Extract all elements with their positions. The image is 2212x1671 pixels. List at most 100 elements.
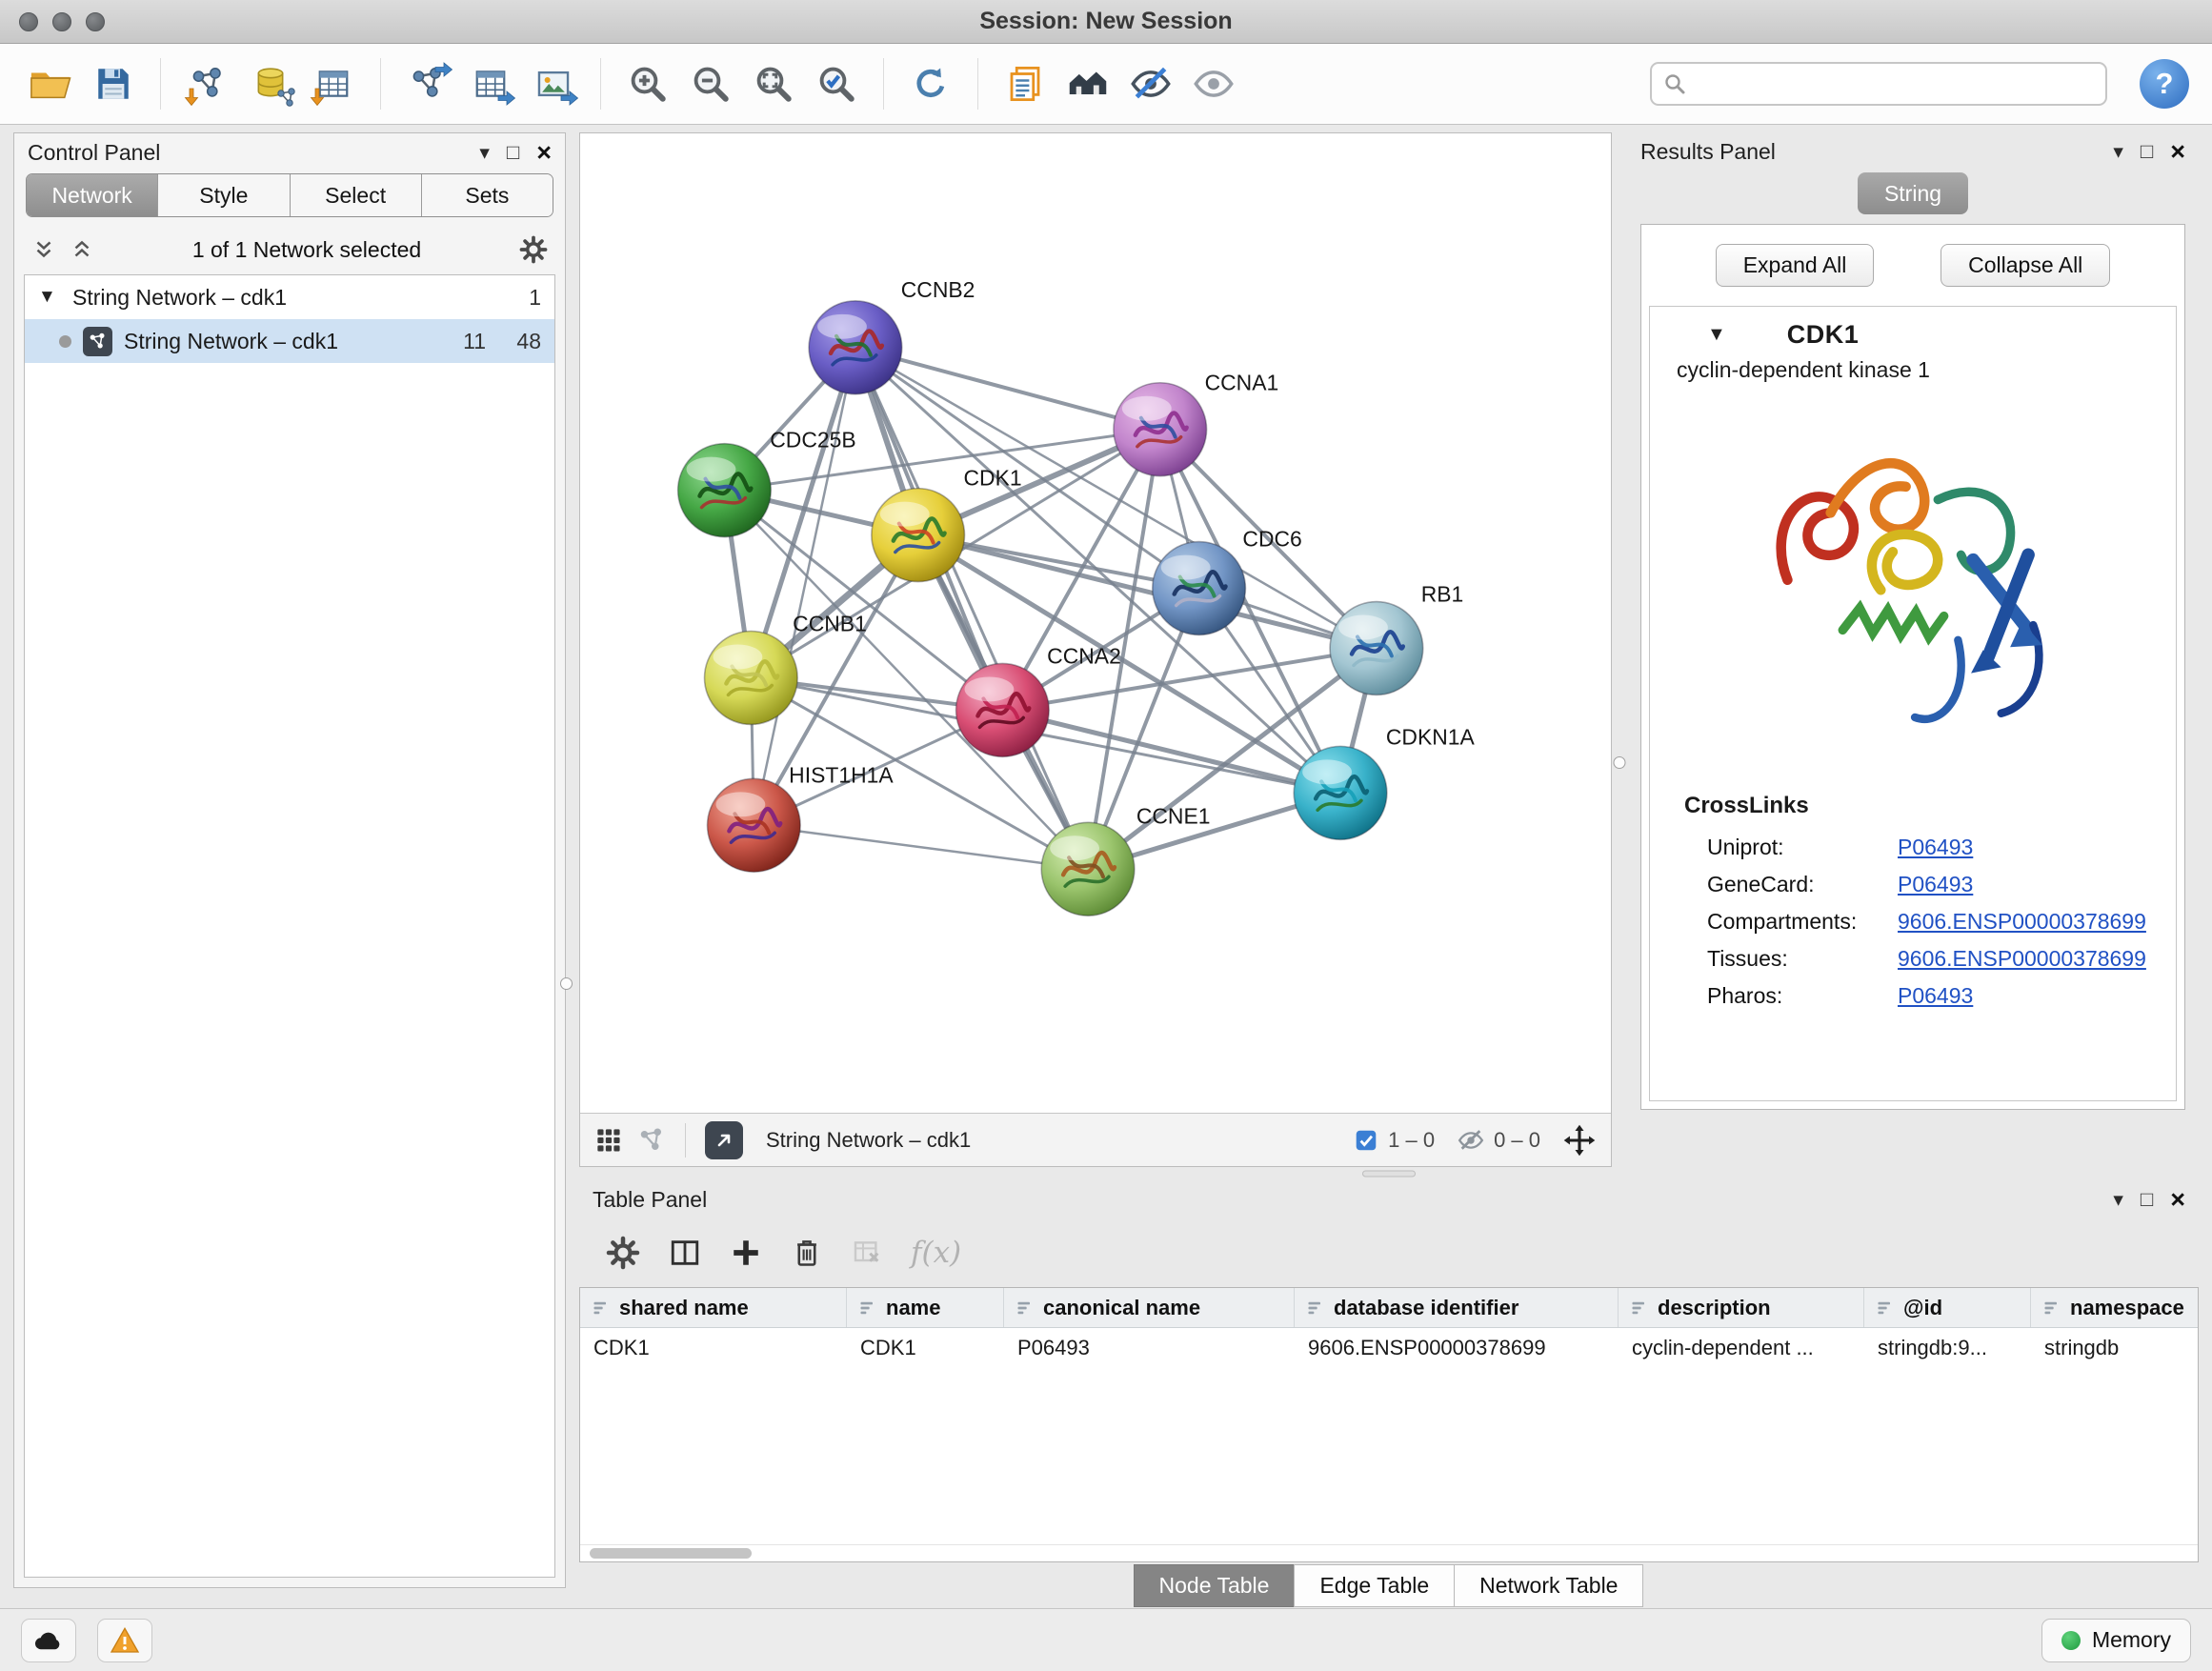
zoom-fit-button[interactable] xyxy=(746,56,801,111)
crosslink-value-link[interactable]: P06493 xyxy=(1898,835,1973,860)
panel-float-icon[interactable]: □ xyxy=(507,140,519,165)
collapse-all-button[interactable]: Collapse All xyxy=(1941,244,2110,287)
window-zoom-button[interactable] xyxy=(86,12,105,31)
zoom-selected-button[interactable] xyxy=(809,56,864,111)
table-settings-button[interactable] xyxy=(606,1236,640,1270)
tab-style[interactable]: Style xyxy=(158,174,290,216)
network-edge-HIST1H1A-CCNE1[interactable] xyxy=(754,825,1088,869)
export-table-button[interactable] xyxy=(463,56,518,111)
panel-collapse-icon[interactable]: ▾ xyxy=(479,141,490,165)
panel-collapse-icon[interactable]: ▾ xyxy=(2113,140,2123,164)
column-header-description[interactable]: description xyxy=(1619,1288,1864,1327)
network-node-CDKN1A[interactable] xyxy=(1294,746,1387,839)
horizontal-splitter[interactable] xyxy=(579,1167,2199,1180)
panel-float-icon[interactable]: □ xyxy=(2141,1187,2153,1212)
save-session-button[interactable] xyxy=(86,56,141,111)
network-node-CCNA2[interactable] xyxy=(956,663,1050,756)
export-network-button[interactable] xyxy=(400,56,455,111)
network-node-CCNB2[interactable] xyxy=(809,301,902,394)
table-horizontal-scrollbar[interactable] xyxy=(580,1544,2198,1561)
window-minimize-button[interactable] xyxy=(52,12,71,31)
panel-close-icon[interactable]: × xyxy=(536,140,552,166)
column-header-namespace[interactable]: namespace xyxy=(2031,1288,2198,1327)
column-header-canonical-name[interactable]: canonical name xyxy=(1004,1288,1295,1327)
column-header-name[interactable]: name xyxy=(847,1288,1004,1327)
network-edge-CCNA2-CDKN1A[interactable] xyxy=(1002,710,1340,793)
section-collapse-icon[interactable]: ▼ xyxy=(1707,324,1726,346)
share-icon[interactable] xyxy=(637,1126,666,1155)
cloud-status-button[interactable] xyxy=(21,1619,76,1662)
delete-column-button[interactable] xyxy=(791,1237,823,1269)
grid-view-icon[interactable] xyxy=(595,1127,622,1154)
network-node-CCNB1[interactable] xyxy=(705,631,798,724)
open-in-new-window-button[interactable] xyxy=(705,1121,743,1159)
network-canvas[interactable]: CCNB2CCNA1CDC25BCDK1CDC6RB1CCNB1CCNA2CDK… xyxy=(580,133,1611,1113)
network-node-HIST1H1A[interactable] xyxy=(708,778,801,872)
pan-move-icon[interactable] xyxy=(1563,1124,1596,1157)
network-node-CDC6[interactable] xyxy=(1153,542,1246,635)
refresh-button[interactable] xyxy=(903,56,958,111)
import-table-button[interactable] xyxy=(306,56,361,111)
vertical-splitter[interactable] xyxy=(1612,132,1627,1167)
expand-all-button[interactable]: Expand All xyxy=(1716,244,1875,287)
network-graph[interactable]: CCNB2CCNA1CDC25BCDK1CDC6RB1CCNB1CCNA2CDK… xyxy=(580,133,1611,1113)
panel-splitter-handle[interactable] xyxy=(560,977,573,990)
network-node-CCNE1[interactable] xyxy=(1041,822,1135,916)
tree-expand-icon[interactable]: ▼ xyxy=(38,287,61,308)
network-edge-CCNB2-CCNE1[interactable] xyxy=(855,348,1088,869)
hidden-eye-icon[interactable] xyxy=(1458,1127,1484,1154)
zoom-out-button[interactable] xyxy=(683,56,738,111)
panel-close-icon[interactable]: × xyxy=(2170,1187,2185,1213)
search-input[interactable] xyxy=(1696,71,2094,96)
hide-selected-button[interactable] xyxy=(1123,56,1178,111)
add-column-button[interactable] xyxy=(730,1237,762,1269)
expand-all-icon[interactable] xyxy=(70,237,94,262)
tab-edge-table[interactable]: Edge Table xyxy=(1294,1564,1455,1607)
first-neighbors-button[interactable] xyxy=(1060,56,1116,111)
crosslink-value-link[interactable]: 9606.ENSP00000378699 xyxy=(1898,909,2146,935)
open-session-button[interactable] xyxy=(23,56,78,111)
import-network-database-button[interactable] xyxy=(243,56,298,111)
network-row[interactable]: String Network – cdk1 11 48 xyxy=(25,319,554,363)
network-node-CCNA1[interactable] xyxy=(1114,383,1207,476)
scrollbar-thumb[interactable] xyxy=(590,1548,752,1559)
export-image-button[interactable] xyxy=(526,56,581,111)
tab-sets[interactable]: Sets xyxy=(422,174,553,216)
memory-button[interactable]: Memory xyxy=(2041,1619,2191,1662)
node-label-CDC6: CDC6 xyxy=(1242,527,1301,552)
splitter-handle[interactable] xyxy=(1614,756,1626,769)
panel-float-icon[interactable]: □ xyxy=(2141,139,2153,164)
table-row[interactable]: CDK1CDK1P064939606.ENSP00000378699cyclin… xyxy=(580,1328,2198,1368)
warnings-button[interactable] xyxy=(97,1619,152,1662)
crosslink-value-link[interactable]: P06493 xyxy=(1898,872,1973,897)
network-edge-CCNB2-HIST1H1A[interactable] xyxy=(754,348,855,826)
column-header-shared-name[interactable]: shared name xyxy=(580,1288,847,1327)
network-node-CDK1[interactable] xyxy=(872,489,965,582)
crosslink-value-link[interactable]: 9606.ENSP00000378699 xyxy=(1898,946,2146,972)
import-network-file-button[interactable] xyxy=(180,56,235,111)
tab-network-table[interactable]: Network Table xyxy=(1454,1564,1643,1607)
column-header-@id[interactable]: @id xyxy=(1864,1288,2031,1327)
show-all-button[interactable] xyxy=(1186,56,1241,111)
network-node-CDC25B[interactable] xyxy=(678,444,772,537)
column-header-database-identifier[interactable]: database identifier xyxy=(1295,1288,1619,1327)
panel-collapse-icon[interactable]: ▾ xyxy=(2113,1188,2123,1212)
splitter-handle[interactable] xyxy=(1362,1171,1416,1178)
gear-icon[interactable] xyxy=(519,235,548,264)
tab-string[interactable]: String xyxy=(1858,172,1968,214)
copy-document-button[interactable] xyxy=(997,56,1053,111)
network-node-RB1[interactable] xyxy=(1330,602,1423,695)
tab-select[interactable]: Select xyxy=(291,174,422,216)
crosslink-label: Pharos: xyxy=(1707,983,1898,1009)
window-close-button[interactable] xyxy=(19,12,38,31)
zoom-in-button[interactable] xyxy=(620,56,675,111)
show-columns-button[interactable] xyxy=(669,1237,701,1269)
collapse-all-icon[interactable] xyxy=(31,237,56,262)
crosslink-value-link[interactable]: P06493 xyxy=(1898,983,1973,1009)
help-button[interactable]: ? xyxy=(2140,59,2189,109)
tab-node-table[interactable]: Node Table xyxy=(1134,1564,1296,1607)
tab-network[interactable]: Network xyxy=(27,174,158,216)
network-collection-row[interactable]: ▼ String Network – cdk1 1 xyxy=(25,275,554,319)
selected-checkbox-icon[interactable] xyxy=(1354,1128,1378,1153)
panel-close-icon[interactable]: × xyxy=(2170,139,2185,165)
